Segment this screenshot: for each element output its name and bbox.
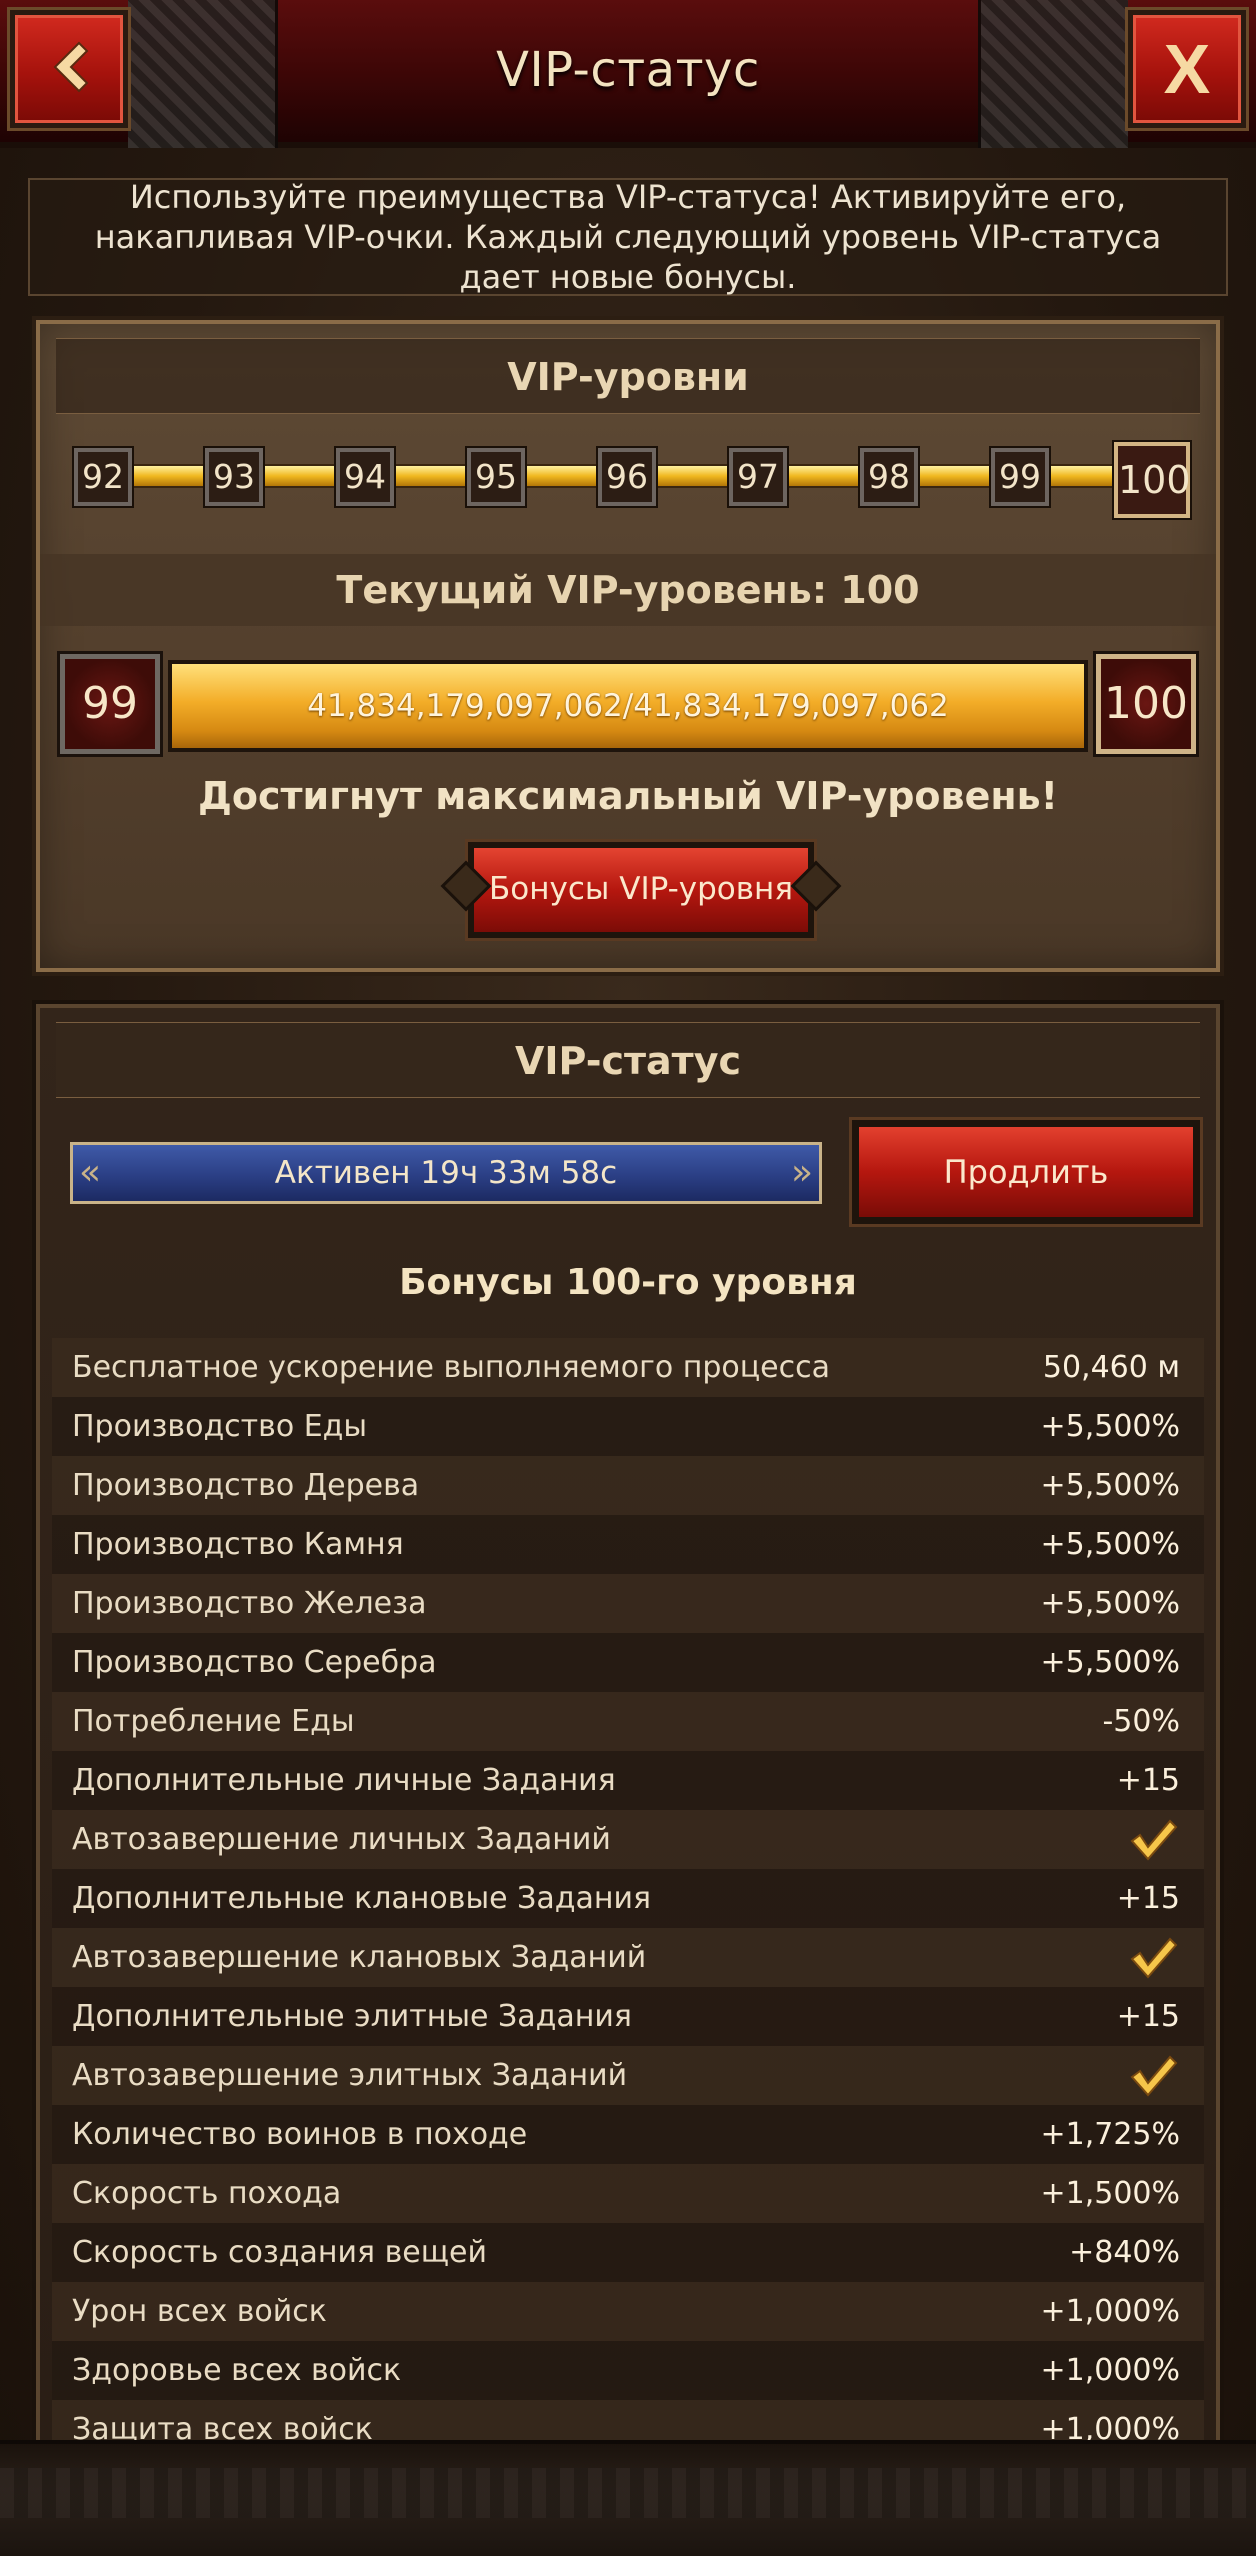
bonus-row: Автозавершение личных Заданий [52,1810,1204,1869]
vip-level-bonuses-button[interactable]: Бонусы VIP-уровня [468,842,814,938]
bonus-label: Дополнительные личные Задания [72,1763,616,1798]
bonus-row: Производство Серебра +5,500% [52,1633,1204,1692]
level-node[interactable]: 98 [860,448,918,506]
bonus-label: Скорость похода [72,2176,342,2211]
bonus-row: Производство Еды +5,500% [52,1397,1204,1456]
bonus-row: Потребление Еды -50% [52,1692,1204,1751]
vip-progress-row: 99 41,834,179,097,062/41,834,179,097,062… [40,654,1216,758]
bonus-value: +5,500% [1040,1645,1180,1680]
checkmark-icon [1128,2053,1180,2099]
header-ornament-left [128,0,278,148]
bonus-row: Производство Железа +5,500% [52,1574,1204,1633]
vip-levels-panel: VIP-уровни 92 93 94 95 96 97 98 99 100 Т… [36,320,1220,972]
bonus-value: +5,500% [1040,1527,1180,1562]
bonus-label: Автозавершение клановых Заданий [72,1940,647,1975]
bonus-label: Количество воинов в походе [72,2117,528,2152]
header-bar: VIP-статус X [0,0,1256,148]
level-node[interactable]: 96 [598,448,656,506]
level-node[interactable]: 95 [467,448,525,506]
bonus-row: Количество воинов в походе +1,725% [52,2105,1204,2164]
bonus-row: Скорость похода +1,500% [52,2164,1204,2223]
arrow-left-icon: « [79,1152,102,1193]
vip-levels-title: VIP-уровни [56,338,1200,414]
bonus-row: Автозавершение элитных Заданий [52,2046,1204,2105]
checkmark-icon [1128,1817,1180,1863]
bonus-value: +15 [1116,1999,1180,2034]
page-title: VIP-статус [496,42,760,98]
current-level-label: Текущий VIP-уровень: 100 [40,554,1216,626]
next-level-badge: 100 [1096,654,1196,754]
active-timer: « Активен 19ч 33м 58с » [70,1142,822,1204]
active-timer-text: Активен 19ч 33м 58с [274,1155,618,1191]
bonus-value: +1,000% [1040,2353,1180,2388]
level-node[interactable]: 93 [205,448,263,506]
level-node[interactable]: 94 [336,448,394,506]
bonus-value: +15 [1116,1881,1180,1916]
level-track[interactable]: 92 93 94 95 96 97 98 99 100 [74,442,1191,518]
bonus-value: +1,725% [1040,2117,1180,2152]
bonus-value: +5,500% [1040,1409,1180,1444]
bonus-label: Дополнительные клановые Задания [72,1881,652,1916]
info-text: Используйте преимущества VIP-статуса! Ак… [94,178,1162,296]
checkmark-icon [1128,1935,1180,1981]
prev-level-badge: 99 [60,654,160,754]
bonus-label: Автозавершение элитных Заданий [72,2058,628,2093]
bonus-row: Скорость создания вещей +840% [52,2223,1204,2282]
bonus-label: Производство Серебра [72,1645,437,1680]
bonus-label: Производство Камня [72,1527,404,1562]
vip-status-panel: VIP-статус « Активен 19ч 33м 58с » Продл… [36,1004,1220,2444]
bonus-label: Скорость создания вещей [72,2235,487,2270]
bonus-row: Автозавершение клановых Заданий [52,1928,1204,1987]
bonus-row: Бесплатное ускорение выполняемого процес… [52,1338,1204,1397]
info-box: Используйте преимущества VIP-статуса! Ак… [28,178,1228,296]
bonus-label: Урон всех войск [72,2294,327,2329]
extend-button[interactable]: Продлить [852,1120,1200,1224]
bonus-row: Дополнительные клановые Задания +15 [52,1869,1204,1928]
bonus-row: Производство Камня +5,500% [52,1515,1204,1574]
bonus-label: Производство Железа [72,1586,427,1621]
vip-points-text: 41,834,179,097,062/41,834,179,097,062 [307,688,949,724]
bonus-value: +15 [1116,1763,1180,1798]
bonus-value: +1,500% [1040,2176,1180,2211]
level-node[interactable]: 99 [991,448,1049,506]
bonus-row: Дополнительные личные Задания +15 [52,1751,1204,1810]
bonus-label: Автозавершение личных Заданий [72,1822,611,1857]
close-icon: X [1163,30,1211,108]
bonus-row: Защита всех войск +1,000% [52,2400,1204,2440]
max-level-message: Достигнут максимальный VIP-уровень! [198,774,1058,818]
vip-points-progress-bar: 41,834,179,097,062/41,834,179,097,062 [168,660,1088,752]
bonus-label: Здоровье всех войск [72,2353,402,2388]
level-node[interactable]: 97 [729,448,787,506]
close-button[interactable]: X [1128,10,1246,128]
bonus-row: Дополнительные элитные Задания +15 [52,1987,1204,2046]
level-bonuses-heading: Бонусы 100-го уровня [399,1262,857,1303]
level-node[interactable]: 92 [74,448,132,506]
bonus-list[interactable]: Бесплатное ускорение выполняемого процес… [52,1338,1204,2440]
vip-status-title: VIP-статус [56,1022,1200,1098]
bonus-value: -50% [1102,1704,1180,1739]
level-node-current[interactable]: 100 [1114,442,1191,518]
bonus-value: +5,500% [1040,1586,1180,1621]
bonus-label: Потребление Еды [72,1704,355,1739]
bonus-value: +840% [1069,2235,1180,2270]
bonus-value: 50,460 м [1042,1350,1180,1385]
bonus-label: Производство Дерева [72,1468,420,1503]
bonus-value: +5,500% [1040,1468,1180,1503]
header-ornament-right [978,0,1128,148]
bonus-label: Дополнительные элитные Задания [72,1999,632,2034]
bonus-label: Производство Еды [72,1409,368,1444]
bonus-value: +1,000% [1040,2294,1180,2329]
bottom-decoration [0,2440,1256,2556]
back-button[interactable] [10,10,128,128]
bonus-row: Производство Дерева +5,500% [52,1456,1204,1515]
chevron-left-icon [41,39,97,99]
bonus-label: Бесплатное ускорение выполняемого процес… [72,1350,830,1385]
bonus-row: Здоровье всех войск +1,000% [52,2341,1204,2400]
arrow-right-icon: » [790,1152,813,1193]
bonus-row: Урон всех войск +1,000% [52,2282,1204,2341]
